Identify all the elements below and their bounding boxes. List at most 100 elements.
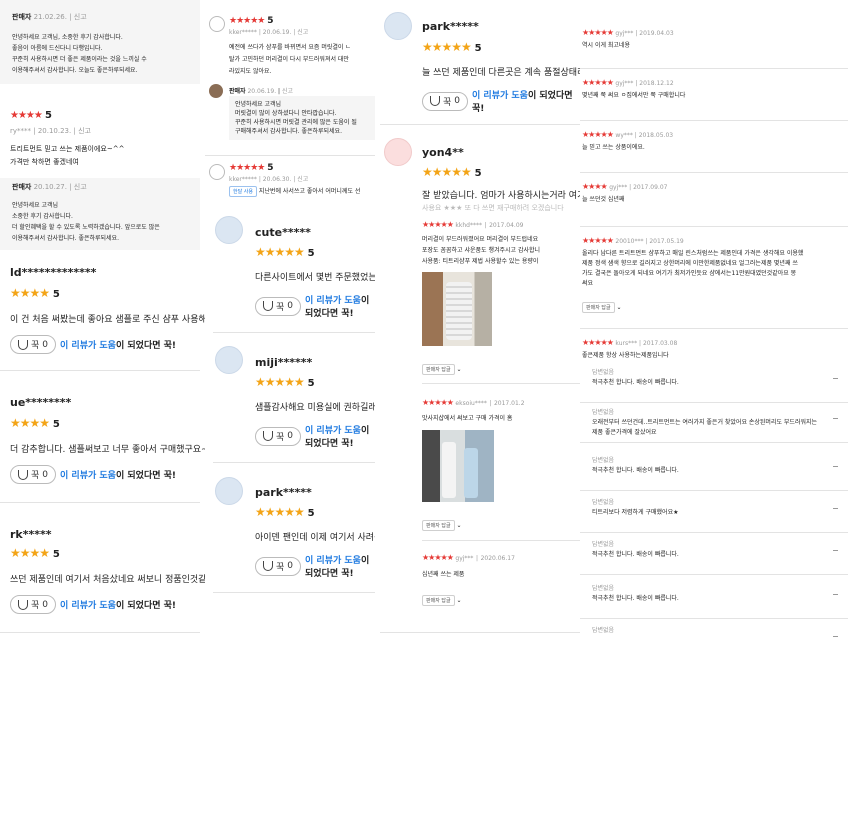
review-text: 다른사이트에서 몇번 주문했었는데 배송 넘 느려 (255, 273, 375, 283)
review-line: 오래전부터 쓰던건데..트리트먼트는 여러가지 좋은거 찾았어요 손상된머리도 … (592, 419, 818, 426)
report-link[interactable]: 신고 (74, 183, 87, 191)
helpful-prompt-blue: 이 리뷰가 도움 (60, 341, 116, 351)
helpful-count: 0 (42, 469, 49, 480)
reply-date: 20.10.27. (33, 183, 67, 191)
review-text: 샘플감사해요 미용실에 권하길래 미용실보단싸 (255, 403, 375, 413)
review-line: 적극추천 합니다. 배송이 빠릅니다. (592, 379, 679, 386)
helpful-button[interactable]: 꾹0 (422, 91, 469, 111)
recommendation-text: 답변없음 적극추천 합니다. 배송이 빠릅니다. (592, 540, 679, 560)
report-link[interactable]: 신고 (74, 13, 87, 21)
review-rating: ★★★★★ 5 (255, 375, 315, 389)
bottle-image (464, 448, 478, 498)
rating-score: 5 (267, 16, 274, 26)
review-text: 아이덴 팬인데 이제 여기서 사려구요ㅋㅋ 쿠폰 (255, 533, 375, 543)
usage-tag: 한달 사용 (229, 186, 257, 197)
rating-score: 5 (307, 508, 315, 519)
divider (205, 155, 375, 156)
helpful-prompt: 이 리뷰가 도움이 되었다면 꾹! (60, 598, 176, 611)
reviewer-name: gyj*** (615, 80, 634, 87)
seller-reply-toggle[interactable]: 판매자 답글 ⌄ (422, 512, 462, 531)
review-date: 2019.04.03 (639, 30, 674, 37)
review-photo[interactable] (422, 430, 494, 502)
recommendation-row: 적극추천배송빠름답변없음적극추천 합니다. 배송이 빠릅니다. (580, 368, 848, 404)
review-rating: ★★★★★ 5 (229, 16, 273, 26)
review-line: 몇년째 쭉 써요 ㅇ집에서만 쭉 구매합니다 (582, 92, 686, 99)
collapse-icon[interactable] (833, 594, 838, 595)
review-text: 한달 사용 지난번에 사서쓰고 좋아서 어머니께도 선 (229, 186, 360, 197)
rating-score: 5 (52, 289, 60, 300)
collapse-icon[interactable] (833, 378, 838, 379)
review-line: 역시 이게 최고네용 (582, 42, 630, 49)
review-meta: kker***** | 20.06.30. | 신고 (229, 176, 309, 183)
review-line: 좋은제품 항상 사용하는제품입니다 (582, 352, 669, 359)
helpful-prompt: 이 리뷰가 도움이 되었다면 꾹! (305, 293, 375, 319)
review-date: 2017.04.09 (489, 222, 524, 229)
review-date: 20.10.23. (37, 127, 72, 135)
review-line: 포장도 꼼꼼하고 샤운품도 챙겨주시고 감사합니 (422, 247, 541, 254)
collapse-icon[interactable] (833, 636, 838, 637)
reviewer-name: gyj*** (609, 184, 628, 191)
reviewer-name: miji****** (255, 356, 313, 369)
review-rating: ★★★★★ 5 (255, 245, 315, 259)
helpful-row: 꾹0 이 리뷰가 도움이 되었다면 꾹! (255, 423, 375, 449)
seller-reply-toggle[interactable]: 판매자 답글 ⌄ (582, 294, 850, 313)
rating-score: 5 (52, 419, 60, 430)
report-link[interactable]: 신고 (297, 176, 308, 183)
report-link[interactable]: 신고 (297, 29, 308, 36)
avatar (215, 346, 243, 374)
review-rating: ★★★★ 5 (10, 110, 52, 121)
seller-avatar (209, 84, 223, 98)
review-photo[interactable] (422, 272, 492, 346)
seller-reply-toggle[interactable]: 판매자 답글 ⌄ (422, 587, 462, 606)
star-rating: ★★★★★ (582, 78, 614, 87)
helpful-button[interactable]: 꾹0 (10, 335, 57, 354)
rating-score: 5 (52, 549, 60, 560)
divider (0, 370, 200, 371)
rating-score: 5 (474, 43, 482, 54)
review-entry: ★★★★★ kurs*** | 2017.03.08 좋은제품 항상 사용하는제품… (582, 338, 850, 361)
review-line: 적극추천 합니다. 배송이 빠릅니다. (592, 551, 679, 558)
collapse-icon[interactable] (833, 550, 838, 551)
thumb-icon (430, 96, 440, 106)
helpful-button[interactable]: 꾹0 (10, 465, 57, 484)
seller-reply-header: 판매자 21.02.26. | 신고 (12, 13, 87, 21)
review-line: 써요 (582, 280, 594, 287)
thumb-icon (18, 339, 28, 350)
star-rating: ★★★★ (582, 182, 608, 191)
helpful-prompt-tail: 이 되었다면 꾹! (115, 601, 177, 611)
reviewer-name: yon4** (422, 146, 464, 159)
star-rating: ★★★★★ (255, 505, 305, 519)
star-rating: ★★★★★ (422, 40, 472, 54)
helpful-prompt-blue: 이 리뷰가 도움 (60, 601, 116, 611)
seller-reply-toggle[interactable]: 판매자 답글 ⌄ (422, 356, 462, 375)
reply-author: 판매자 (12, 13, 32, 21)
divider (213, 592, 375, 593)
review-rating: ★★★★★ gyj*** | 2018.12.12 (582, 78, 674, 87)
review-date: 2018.12.12 (639, 80, 674, 87)
thumb-icon (263, 301, 273, 311)
helpful-button[interactable]: 꾹0 (255, 426, 302, 446)
review-line: 올리다 남다른 트리트먼트 샴푸하고 매일 린스처럼쓰는 제품인데 가격은 생각… (582, 250, 804, 257)
collapse-icon[interactable] (833, 418, 838, 419)
reply-author: 판매자 (12, 183, 32, 191)
helpful-label: 꾹 (31, 601, 40, 611)
reply-line: 이용해주셔서 감사합니다. 좋은하루되세요. (12, 235, 119, 242)
review-date: 2017.09.07 (633, 184, 668, 191)
reply-line: 더 할인혜택을 할 수 있도록 노력하겠습니다. 앞으로도 많은 (12, 224, 160, 231)
reviewer-name: 20010*** (615, 238, 644, 245)
collapse-icon[interactable] (833, 466, 838, 467)
thumb-icon (18, 599, 28, 610)
star-rating: ★★★★★ (255, 245, 305, 259)
reviewer-name: kurs*** (615, 340, 638, 347)
helpful-row: 꾹0 이 리뷰가 도움이 되었다면 꾹! (10, 465, 176, 484)
helpful-button[interactable]: 꾹0 (255, 296, 302, 316)
helpful-count: 0 (42, 339, 49, 350)
helpful-button[interactable]: 꾹0 (255, 556, 302, 576)
helpful-button[interactable]: 꾹0 (10, 595, 57, 614)
divider (580, 328, 848, 329)
star-rating: ★★★★ (10, 286, 50, 300)
report-link[interactable]: 신고 (282, 88, 293, 95)
report-link[interactable]: 신고 (78, 127, 91, 135)
collapse-icon[interactable] (833, 508, 838, 509)
helpful-label: 꾹 (276, 302, 285, 313)
